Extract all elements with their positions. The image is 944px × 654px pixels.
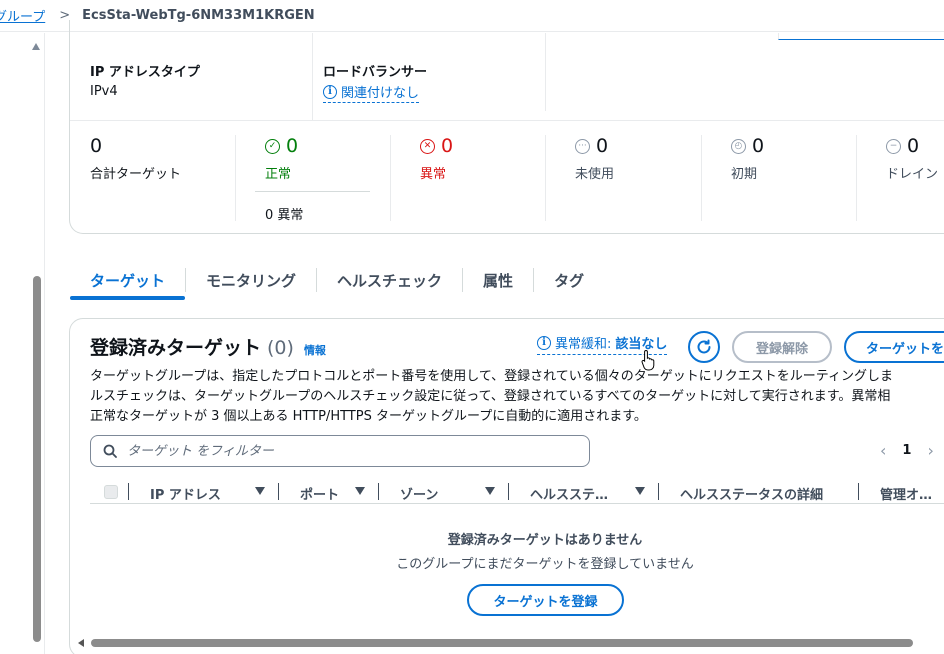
hand-cursor-icon	[641, 349, 655, 371]
search-icon	[103, 444, 117, 458]
refresh-icon	[697, 339, 711, 354]
stat-healthy: ✓ 0 正常	[265, 135, 298, 182]
stat-total-value: 0	[90, 135, 103, 157]
x-circle-icon: ✕	[420, 138, 435, 154]
sort-caret-icon[interactable]	[485, 487, 495, 495]
column-separator	[858, 483, 859, 500]
description-line: 正常なターゲットが 3 個以上ある HTTP/HTTPS ターゲットグループに自…	[90, 409, 647, 424]
column-separator	[658, 483, 659, 500]
clipped-link-underline	[778, 33, 944, 40]
divider	[255, 191, 370, 192]
scroll-left-arrow-icon[interactable]	[78, 639, 84, 647]
dots-circle-icon: ···	[575, 138, 590, 154]
current-page[interactable]: 1	[902, 443, 911, 458]
stat-unused: ··· 0 未使用	[575, 135, 614, 182]
registered-targets-header: 登録済みターゲット (0) 情報	[90, 333, 326, 360]
description-line: ルスチェックは、ターゲットグループのヘルスチェック設定に従って、登録されているす…	[90, 389, 891, 404]
tab-attributes[interactable]: 属性	[463, 260, 533, 300]
info-icon: i	[537, 335, 551, 350]
register-targets-empty-button[interactable]: ターゲットを登録	[467, 584, 624, 616]
deregister-button[interactable]: 登録解除	[732, 331, 832, 363]
table-header: IP アドレス ポート ゾーン ヘルスステ… ヘルスステータスの詳細 管理オ…	[90, 480, 944, 504]
registered-targets-description: ターゲットグループは、指定したプロトコルとポート番号を使用して、登録されている個…	[90, 367, 944, 427]
stat-unused-label: 未使用	[575, 167, 615, 182]
stat-healthy-value: 0	[286, 135, 299, 157]
stat-draining-label: ドレイン	[886, 167, 939, 182]
column-admin-override[interactable]: 管理オ…	[880, 484, 932, 503]
chevron-right-icon[interactable]: ›	[927, 441, 933, 460]
minus-circle-icon: −	[886, 138, 901, 154]
divider	[235, 135, 236, 221]
ip-address-type-label: IP アドレスタイプ	[90, 65, 200, 80]
divider	[545, 33, 546, 111]
stat-unhealthy-label: 異常	[420, 167, 447, 182]
horizontal-scrollbar-thumb[interactable]	[91, 639, 913, 647]
load-balancer-label: ロードバランサー	[323, 65, 428, 80]
scroll-up-arrow-icon[interactable]	[32, 43, 40, 50]
column-separator	[278, 483, 279, 500]
divider	[856, 135, 857, 221]
stat-unhealthy-value: 0	[441, 135, 454, 157]
clock-circle-icon: ◴	[731, 138, 746, 154]
sort-caret-icon[interactable]	[355, 487, 365, 495]
stat-total: 0 合計ターゲット	[90, 135, 181, 182]
stat-draining-value: 0	[907, 135, 920, 157]
stat-initial-label: 初期	[731, 167, 758, 182]
registered-targets-count: (0)	[267, 337, 294, 359]
sort-caret-icon[interactable]	[255, 487, 265, 495]
tab-bar: ターゲット モニタリング ヘルスチェック 属性 タグ	[70, 260, 944, 300]
breadcrumb-link-target-groups[interactable]: グループ	[0, 6, 45, 25]
tab-monitoring[interactable]: モニタリング	[186, 260, 316, 300]
divider	[545, 135, 546, 221]
tab-tags[interactable]: タグ	[534, 260, 604, 300]
target-filter[interactable]	[90, 435, 590, 467]
divider	[701, 135, 702, 221]
stat-unused-value: 0	[596, 135, 609, 157]
sort-caret-icon[interactable]	[635, 487, 645, 495]
registered-targets-title: 登録済みターゲット	[90, 337, 262, 359]
column-ip-address[interactable]: IP アドレス	[150, 484, 221, 503]
divider	[390, 135, 391, 221]
description-line: ターゲットグループは、指定したプロトコルとポート番号を使用して、登録されている個…	[90, 369, 894, 384]
vertical-scrollbar-thumb[interactable]	[33, 276, 41, 642]
stat-healthy-label: 正常	[265, 167, 292, 182]
refresh-button[interactable]	[688, 331, 720, 363]
horizontal-scrollbar[interactable]	[78, 638, 944, 648]
stat-draining: −0 ドレイン	[886, 135, 944, 182]
stat-healthy-sub: 0 異常	[265, 208, 304, 223]
anomaly-mitigation-label: 異常緩和:	[555, 337, 612, 352]
details-top-row	[70, 33, 944, 121]
column-port[interactable]: ポート	[300, 484, 339, 503]
load-balancer-value: 関連付けなし	[341, 86, 420, 101]
tab-targets[interactable]: ターゲット	[70, 260, 186, 300]
empty-state-title: 登録済みターゲットはありません	[447, 533, 643, 548]
column-separator	[508, 483, 509, 500]
target-filter-input[interactable]	[127, 443, 567, 459]
info-link[interactable]: 情報	[304, 342, 326, 358]
stat-total-label: 合計ターゲット	[90, 167, 182, 182]
column-zone[interactable]: ゾーン	[400, 484, 438, 503]
stat-initial: ◴ 0 初期	[731, 135, 764, 182]
column-health-status[interactable]: ヘルスステ…	[530, 484, 608, 503]
load-balancer-link[interactable]: i 関連付けなし	[323, 82, 420, 103]
stat-initial-value: 0	[752, 135, 765, 157]
column-health-status-details[interactable]: ヘルスステータスの詳細	[680, 484, 823, 503]
ip-address-type-value: IPv4	[90, 84, 118, 99]
select-all-checkbox[interactable]	[104, 484, 118, 499]
empty-state-subtitle: このグループにまだターゲットを登録していません	[396, 557, 694, 572]
column-separator	[378, 483, 379, 500]
check-circle-icon: ✓	[265, 138, 280, 154]
divider	[312, 33, 313, 121]
column-separator	[128, 483, 129, 500]
pagination: ‹ 1 ›	[880, 441, 934, 460]
register-targets-button[interactable]: ターゲットを	[844, 331, 944, 363]
tab-health-checks[interactable]: ヘルスチェック	[317, 260, 462, 300]
stat-unhealthy: ✕ 0 異常	[420, 135, 453, 182]
chevron-left-icon[interactable]: ‹	[880, 441, 886, 460]
info-icon: i	[323, 84, 337, 99]
